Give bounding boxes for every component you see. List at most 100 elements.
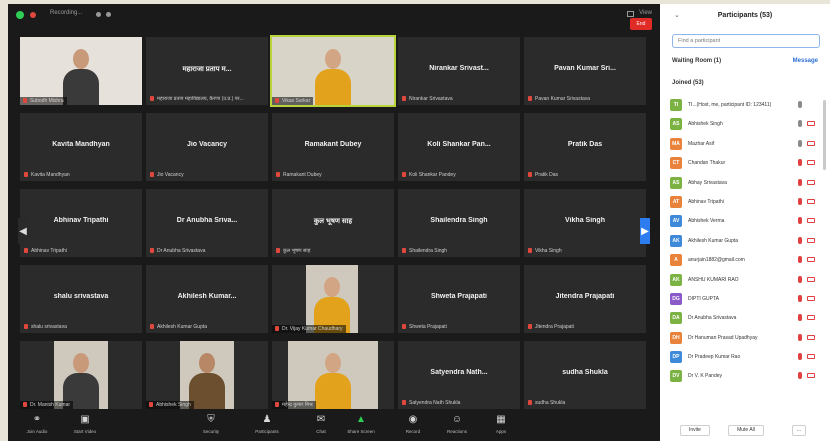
end-meeting-button[interactable]: End xyxy=(630,18,652,30)
participant-tile[interactable]: Kavita Mandhyan Kavita Mandhyan xyxy=(20,113,142,181)
avatar: DH xyxy=(670,331,682,344)
participant-tile[interactable]: महाराजा प्रताप म... महाराजा प्रताप महाविद… xyxy=(146,37,268,105)
participant-tile[interactable]: कुल भूषण साह कुल भूषण साह xyxy=(272,189,394,257)
participant-tile[interactable]: Vikas Sarkar xyxy=(270,35,396,107)
participant-caption: Kavita Mandhyan xyxy=(24,172,138,178)
participant-caption: Dr Anubha Srivastava xyxy=(150,248,264,254)
participant-caption: Shweta Prajapati xyxy=(402,324,516,330)
participant-tile[interactable]: Dr Anubha Sriva... Dr Anubha Srivastava xyxy=(146,189,268,257)
pause-icon[interactable] xyxy=(96,12,101,17)
participant-row[interactable]: AK Akhilesh Kumar Gupta xyxy=(670,232,820,251)
muted-mic-icon xyxy=(275,402,279,407)
participant-row[interactable]: MA Mazhar Asif xyxy=(670,135,820,154)
participant-row[interactable]: Aanurjain1882@gmail.com xyxy=(670,251,820,270)
participant-tile[interactable]: Abhishek Singh xyxy=(146,341,268,409)
mute-all-button[interactable]: Mute All xyxy=(728,425,764,436)
participant-row[interactable]: DH Dr Hanuman Prasad Upadhyay xyxy=(670,329,820,348)
avatar: AT xyxy=(670,195,682,208)
participant-name: Kavita Mandhyan xyxy=(52,141,110,148)
participant-tile[interactable]: Abhinav Tripathi Abhinav Tripathi xyxy=(20,189,142,257)
participant-tile[interactable]: Shweta Prajapati Shweta Prajapati xyxy=(398,265,520,333)
next-page-button[interactable]: ▶ xyxy=(640,218,650,244)
participant-row[interactable]: DA Dr Anubha Srivastava xyxy=(670,309,820,328)
toolbar-share-screen-button[interactable]: ▲ Share Screen xyxy=(338,414,384,440)
toolbar-join-audio-button[interactable]: ⚭ Join Audio xyxy=(14,414,60,440)
participant-tile[interactable]: Dr. Vijay Kumar Chaudhary xyxy=(272,265,394,333)
participant-row[interactable]: AS Abhay Srivastava xyxy=(670,174,820,193)
toolbar-apps-button[interactable]: ▦ Apps xyxy=(478,414,524,440)
avatar: DV xyxy=(670,370,682,383)
toolbar-start-video-button[interactable]: ▣ Start Video xyxy=(62,414,108,440)
participant-tile[interactable]: Jio Vacancy Jio Vacancy xyxy=(146,113,268,181)
toolbar-participants-button[interactable]: ♟ Participants xyxy=(244,414,290,440)
mic-icon xyxy=(798,159,802,167)
invite-button[interactable]: Invite xyxy=(680,425,710,436)
person-silhouette xyxy=(63,45,99,105)
participant-row[interactable]: DG DIPTI GUPTA xyxy=(670,290,820,309)
participant-list-scrollbar[interactable] xyxy=(823,100,826,170)
muted-mic-icon xyxy=(528,324,532,329)
participant-tile[interactable]: Shailendra Singh Shailendra Singh xyxy=(398,189,520,257)
participant-tile[interactable]: shalu srivastava shalu srivastava xyxy=(20,265,142,333)
participant-caption: कुल भूषण साह xyxy=(276,248,390,254)
participant-row[interactable]: CT Chandan Thakur xyxy=(670,154,820,173)
participant-tile[interactable]: Akhilesh Kumar... Akhilesh Kumar Gupta xyxy=(146,265,268,333)
participant-tile[interactable]: महेन्द्र कुमार मिश्र xyxy=(272,341,394,409)
participant-row[interactable]: TI TI...(Host, me, participant ID: 123411… xyxy=(670,96,820,115)
participant-tile[interactable]: Vikha Singh Vikha Singh xyxy=(524,189,646,257)
participants-title: Participants (53) xyxy=(717,12,773,19)
participant-row[interactable]: AK ANSHU KUMARI RAO xyxy=(670,271,820,290)
participant-name: sudha Shukla xyxy=(562,369,608,376)
participant-row[interactable]: AS Abhishek Singh xyxy=(670,115,820,134)
participant-list-name: Akhilesh Kumar Gupta xyxy=(688,237,739,244)
muted-mic-icon xyxy=(149,402,153,407)
view-grid-icon[interactable] xyxy=(627,11,634,17)
participant-caption-text: Kavita Mandhyan xyxy=(31,172,70,178)
participant-tile[interactable]: Pratik Das Pratik Das xyxy=(524,113,646,181)
participant-caption: Abhishek Singh xyxy=(146,401,194,409)
participant-caption-text: महाराजा प्रताप महाविद्यालय, कैरणा (उ.प्र… xyxy=(157,96,244,102)
participant-tile[interactable]: Subodh Mishra xyxy=(20,37,142,105)
participant-tile[interactable]: Ramakant Dubey Ramakant Dubey xyxy=(272,113,394,181)
participant-caption-text: Pavan Kumar Srivastava xyxy=(535,96,591,102)
reactions-icon: ☺ xyxy=(451,414,463,425)
participant-list: TI TI...(Host, me, participant ID: 123411… xyxy=(670,96,820,387)
participant-caption-text: महेन्द्र कुमार मिश्र xyxy=(282,402,313,408)
mic-icon xyxy=(798,197,802,205)
participant-tile[interactable]: Pavan Kumar Sri... Pavan Kumar Srivastava xyxy=(524,37,646,105)
participant-list-name: TI...(Host, me, participant ID: 123411) xyxy=(688,102,772,108)
participant-tile[interactable]: Nirankar Srivast... Nirankar Srivastava xyxy=(398,37,520,105)
toolbar-reactions-button[interactable]: ☺ Reactions xyxy=(434,414,480,440)
stop-icon[interactable] xyxy=(106,12,111,17)
participant-name: Abhinav Tripathi xyxy=(53,217,109,224)
toolbar-security-button[interactable]: ⛨ Security xyxy=(188,414,234,440)
security-shield-icon[interactable] xyxy=(16,11,24,19)
view-button[interactable]: View xyxy=(639,10,652,16)
participant-list-name: Chandan Thakur xyxy=(688,160,726,167)
toolbar-record-button[interactable]: ◉ Record xyxy=(390,414,436,440)
person-body xyxy=(189,373,225,409)
camera-off-icon xyxy=(807,373,815,379)
participant-row[interactable]: AT Abhinav Tripathi xyxy=(670,193,820,212)
participant-row[interactable]: DP Dr Pradeep Kumar Rao xyxy=(670,348,820,367)
participant-name: Koli Shankar Pan... xyxy=(427,141,491,148)
participant-row[interactable]: DV Dr V. K Pandey xyxy=(670,367,820,386)
participant-name: Dr Anubha Sriva... xyxy=(176,217,238,224)
participant-tile[interactable]: Satyendra Nath... Satyendra Nath Shukla xyxy=(398,341,520,409)
previous-page-button[interactable]: ◀ xyxy=(18,218,28,244)
waiting-room-header[interactable]: Waiting Room (1) xyxy=(672,58,721,64)
participant-tile[interactable]: Jitendra Prajapati Jitendra Prajapati xyxy=(524,265,646,333)
participant-tile[interactable]: Koli Shankar Pan... Koli Shankar Pandey xyxy=(398,113,520,181)
participant-tile[interactable]: sudha Shukla sudha Shukla xyxy=(524,341,646,409)
participant-row[interactable]: AV Abhishek Verma xyxy=(670,212,820,231)
shield-icon: ⛨ xyxy=(207,414,215,425)
participant-tile[interactable]: Dr. Manish Kumar xyxy=(20,341,142,409)
participant-search-input[interactable]: Find a participant xyxy=(672,34,820,48)
more-options-button[interactable]: ... xyxy=(792,425,806,436)
chevron-left-icon: ◀ xyxy=(19,225,27,237)
joined-header[interactable]: Joined (53) xyxy=(672,80,704,86)
participant-list-name: Abhay Srivastava xyxy=(688,179,727,186)
muted-mic-icon xyxy=(528,96,532,101)
avatar: AK xyxy=(670,234,682,247)
message-button[interactable]: Message xyxy=(793,58,818,64)
